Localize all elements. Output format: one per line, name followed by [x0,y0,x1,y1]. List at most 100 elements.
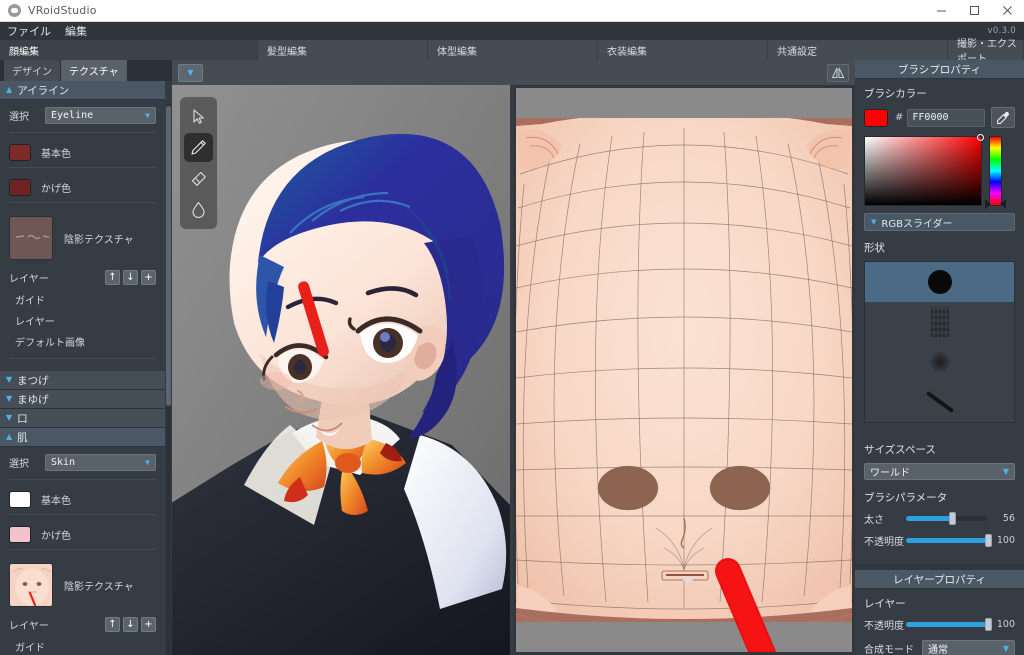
eyeline-shadow-texture-row[interactable]: 陰影テクスチャ [9,209,156,267]
list-item[interactable]: デフォルト画像 [9,331,156,352]
chevron-down-icon: ▼ [1002,467,1009,476]
hex-color-input[interactable]: FF0000 [907,108,985,127]
rgb-slider-label: RGBスライダー [881,218,953,230]
hue-knob-left[interactable] [985,199,991,209]
eyeline-shadow-texture-thumbnail[interactable] [9,216,53,260]
eyeline-shade-color-row[interactable]: かげ色 [9,174,156,202]
thickness-slider-knob[interactable] [948,512,956,525]
tab-common-settings[interactable]: 共通設定 [768,40,948,60]
layer-opacity-slider-knob[interactable] [985,618,992,631]
brush-opacity-value: 100 [996,535,1015,546]
sub-tab-texture[interactable]: テクスチャ [61,60,127,81]
skin-shadow-texture-thumbnail[interactable] [9,563,53,607]
left-panel-scroll[interactable]: ▲ アイライン 選択 Eyeline ▼ 基本色 かげ色 陰影テクスチャ レイヤ… [0,81,172,655]
layer-move-down-button[interactable]: ↓ [123,270,138,285]
skin-layers-header: レイヤー ↑ ↓ + [9,614,156,636]
eyeline-shade-color-swatch[interactable] [9,179,31,196]
left-scrollbar-thumb[interactable] [166,106,171,406]
tab-body-edit[interactable]: 体型編集 [428,40,598,60]
section-header-skin[interactable]: ▲ 肌 [0,428,165,447]
app-logo-icon [8,4,21,17]
window-controls [925,0,1024,22]
saturation-value-area[interactable] [864,134,984,206]
soft-round-brush-option[interactable] [865,342,1014,382]
eraser-tool[interactable] [184,164,213,193]
menu-bar: ファイル 編集 v0.3.0 [0,22,1024,40]
list-item[interactable]: レイヤー [9,310,156,331]
cursor-tool[interactable] [184,102,213,131]
brush-color-swatch[interactable] [864,108,888,127]
brush-properties-body: ブラシカラー # FF0000 ▼ RGBスライダー 形状 [855,79,1024,434]
layer-move-up-button[interactable]: ↑ [105,270,120,285]
layer-opacity-slider-fill [906,622,988,627]
section-header-eyebrow[interactable]: ▼ まゆげ [0,390,165,409]
tab-clothing-edit[interactable]: 衣装編集 [598,40,768,60]
model-viewport-3d[interactable] [172,85,510,655]
skin-shadow-texture-row[interactable]: 陰影テクスチャ [9,556,156,614]
layer-move-down-button[interactable]: ↓ [123,617,138,632]
brush-size-body: サイズスペース ワールド ▼ ブラシパラメータ 太さ 56 不透明度 100 [855,434,1024,564]
chevron-down-icon: ▼ [871,217,877,226]
eyeline-select-label: 選択 [9,112,29,123]
section-title-eyelash: まつげ [17,374,49,387]
maximize-button[interactable] [958,0,991,22]
right-panel: ブラシプロパティ ブラシカラー # FF0000 ▼ RGBスライダー 形状 サ… [855,60,1024,655]
rgb-slider-toggle[interactable]: ▼ RGBスライダー [864,213,1015,231]
section-header-eyelash[interactable]: ▼ まつげ [0,371,165,390]
thickness-slider-track[interactable] [906,512,988,525]
section-title-eyeline: アイライン [17,84,70,97]
divider [9,167,156,168]
skin-base-color-row[interactable]: 基本色 [9,486,156,514]
section-header-mouth[interactable]: ▼ 口 [0,409,165,428]
skin-select-dropdown[interactable]: Skin ▼ [45,454,156,471]
menu-file[interactable]: ファイル [0,22,58,40]
hard-round-brush-option[interactable] [865,262,1014,302]
close-button[interactable] [991,0,1024,22]
sub-tab-design[interactable]: デザイン [4,60,60,81]
eyeline-select-dropdown[interactable]: Eyeline ▼ [45,107,156,124]
color-picker-cursor[interactable] [977,134,984,141]
eyedropper-icon[interactable] [991,107,1015,128]
skin-base-color-label: 基本色 [41,496,71,507]
divider [9,358,156,359]
brush-opacity-slider-knob[interactable] [985,534,992,547]
section-header-eyeline[interactable]: ▲ アイライン [0,81,165,100]
skin-shade-color-swatch[interactable] [9,526,31,543]
fill-tool[interactable] [184,195,213,224]
eyeline-base-color-swatch[interactable] [9,144,31,161]
texture-brush-option[interactable] [865,302,1014,342]
stroke-brush-option[interactable] [865,382,1014,422]
tab-face-edit[interactable]: 顔編集 [0,40,258,60]
pencil-tool[interactable] [184,133,213,162]
eyeline-select-row: 選択 Eyeline ▼ [9,107,156,124]
size-space-dropdown[interactable]: ワールド ▼ [864,463,1015,480]
tab-hair-edit[interactable]: 髪型編集 [258,40,428,60]
blend-mode-row: 合成モード 通常 ▼ [864,640,1015,655]
skin-base-color-swatch[interactable] [9,491,31,508]
brush-opacity-slider-track[interactable] [906,534,992,547]
skin-shade-color-row[interactable]: かげ色 [9,521,156,549]
layer-opacity-slider-track[interactable] [906,618,992,631]
list-item[interactable]: ガイド [9,289,156,310]
texture-editor-viewport[interactable] [513,85,855,655]
hue-slider[interactable] [985,136,1006,209]
layer-add-button[interactable]: + [141,617,156,632]
list-item[interactable]: ガイド [9,636,156,655]
divider [9,549,156,550]
mirror-icon[interactable] [827,63,849,82]
uv-texture-canvas[interactable] [516,88,852,652]
blend-mode-label: 合成モード [864,645,914,655]
blend-mode-dropdown[interactable]: 通常 ▼ [922,640,1015,655]
layer-dropdown-button[interactable]: ▼ [178,63,203,82]
thickness-label: 太さ [864,515,884,526]
hue-knob-right[interactable] [1000,199,1006,209]
eyeline-base-color-row[interactable]: 基本色 [9,139,156,167]
layer-add-button[interactable]: + [141,270,156,285]
hex-hash-label: # [895,112,904,123]
minimize-button[interactable] [925,0,958,22]
layer-move-up-button[interactable]: ↑ [105,617,120,632]
skin-select-value: Skin [51,457,76,468]
texture-brush-icon [930,307,949,337]
tab-photo-export[interactable]: 撮影・エクスポート [948,39,1024,65]
menu-edit[interactable]: 編集 [58,22,94,40]
